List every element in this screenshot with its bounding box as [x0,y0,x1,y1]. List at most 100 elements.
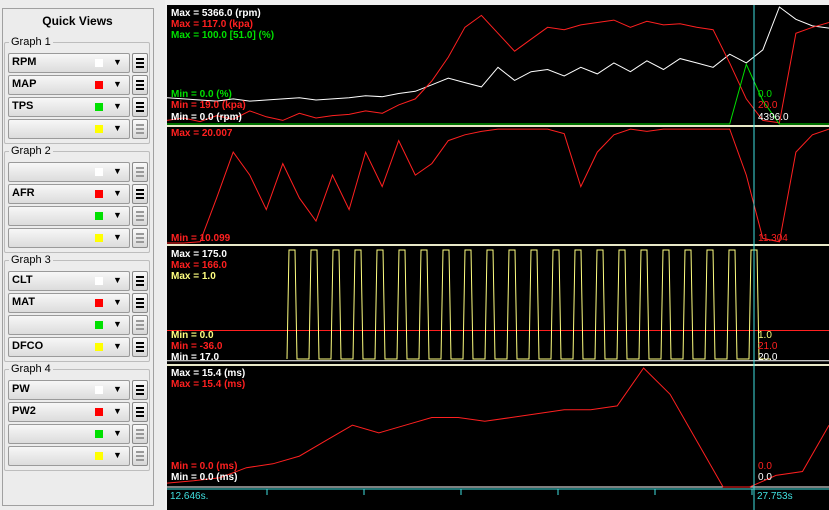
field-options-button[interactable] [132,119,148,139]
dropdown-arrow-icon[interactable]: ▼ [113,210,122,220]
graph-group-3: Graph 3 CLT ▼ MAT ▼ ▼ DFCO ▼ [4,254,150,362]
field-select[interactable]: DFCO ▼ [8,337,130,357]
dropdown-arrow-icon[interactable]: ▼ [113,428,122,438]
field-options-button[interactable] [132,315,148,335]
field-row: ▼ [8,446,148,466]
menu-lines-icon [136,306,144,308]
field-options-button[interactable] [132,184,148,204]
dropdown-arrow-icon[interactable]: ▼ [113,297,122,307]
field-select[interactable]: CLT ▼ [8,271,130,291]
field-options-button[interactable] [132,424,148,444]
field-options-button[interactable] [132,228,148,248]
field-select-value: TPS [12,100,34,112]
field-select[interactable]: ▼ [8,206,130,226]
g2-cur-afr: 11.304 [758,233,788,244]
field-options-button[interactable] [132,293,148,313]
field-options-button[interactable] [132,446,148,466]
field-select[interactable]: ▼ [8,119,130,139]
dropdown-arrow-icon[interactable]: ▼ [113,123,122,133]
graph-group-1: Graph 1 RPM ▼ MAP ▼ TPS ▼ ▼ [4,36,150,144]
field-select[interactable]: MAT ▼ [8,293,130,313]
g2-max-afr: Max = 20.007 [171,128,233,139]
dropdown-arrow-icon[interactable]: ▼ [113,79,122,89]
field-select[interactable]: PW2 ▼ [8,402,130,422]
color-swatch [95,321,103,329]
color-swatch [95,234,103,242]
menu-lines-icon [136,328,144,330]
menu-lines-icon [136,276,144,278]
graph-area[interactable]: Max = 5366.0 (rpm) Max = 117.0 (kpa) Max… [167,5,829,510]
g1-min-rpm: Min = 0.0 (rpm) [171,112,242,123]
field-select[interactable]: ▼ [8,446,130,466]
dropdown-arrow-icon[interactable]: ▼ [113,57,122,67]
dropdown-arrow-icon[interactable]: ▼ [113,341,122,351]
quick-views-sidebar: Quick Views Graph 1 RPM ▼ MAP ▼ TPS ▼ ▼ Graph 2 ▼… [0,0,165,510]
field-options-button[interactable] [132,206,148,226]
trace-pw2 [167,367,829,488]
g1-cur-map: 20.0 [758,100,778,111]
menu-lines-icon [136,389,144,391]
dropdown-arrow-icon[interactable]: ▼ [113,166,122,176]
dropdown-arrow-icon[interactable]: ▼ [113,232,122,242]
field-options-button[interactable] [132,97,148,117]
field-select[interactable]: TPS ▼ [8,97,130,117]
g3-max-mat: Max = 166.0 [171,260,227,271]
field-options-button[interactable] [132,271,148,291]
trace-tps [167,62,829,125]
color-swatch [95,386,103,394]
color-swatch [95,430,103,438]
time-cursor-label: 27.753s [757,491,793,502]
field-select[interactable]: ▼ [8,424,130,444]
field-select[interactable]: ▼ [8,228,130,248]
menu-lines-icon [136,241,144,243]
color-swatch [95,212,103,220]
color-swatch [95,277,103,285]
field-options-button[interactable] [132,53,148,73]
menu-lines-icon [136,324,144,326]
dropdown-arrow-icon[interactable]: ▼ [113,450,122,460]
menu-lines-icon [136,80,144,82]
menu-lines-icon [136,66,144,68]
time-start-label: 12.646s. [170,491,208,502]
menu-lines-icon [136,175,144,177]
field-select[interactable]: ▼ [8,315,130,335]
field-row: TPS ▼ [8,97,148,117]
field-options-button[interactable] [132,162,148,182]
field-select[interactable]: AFR ▼ [8,184,130,204]
field-select-value: PW2 [12,405,36,417]
field-select[interactable]: PW ▼ [8,380,130,400]
menu-lines-icon [136,189,144,191]
field-select-value: CLT [12,274,33,286]
g3-cur-mat: 21.0 [758,341,778,352]
color-swatch [95,103,103,111]
menu-lines-icon [136,58,144,60]
menu-lines-icon [136,102,144,104]
color-swatch [95,343,103,351]
color-swatch [95,452,103,460]
graph-group-2: Graph 2 ▼ AFR ▼ ▼ ▼ [4,145,150,253]
dropdown-arrow-icon[interactable]: ▼ [113,384,122,394]
field-options-button[interactable] [132,402,148,422]
field-select[interactable]: MAP ▼ [8,75,130,95]
menu-lines-icon [136,197,144,199]
field-row: ▼ [8,315,148,335]
trace-afr [167,128,829,244]
field-select-value: MAT [12,296,36,308]
dropdown-arrow-icon[interactable]: ▼ [113,275,122,285]
field-options-button[interactable] [132,75,148,95]
field-options-button[interactable] [132,337,148,357]
dropdown-arrow-icon[interactable]: ▼ [113,101,122,111]
graph-canvas[interactable]: Max = 5366.0 (rpm) Max = 117.0 (kpa) Max… [167,5,829,510]
trace-dfco [286,249,771,360]
dropdown-arrow-icon[interactable]: ▼ [113,406,122,416]
field-options-button[interactable] [132,380,148,400]
dropdown-arrow-icon[interactable]: ▼ [113,319,122,329]
menu-lines-icon [136,167,144,169]
field-select[interactable]: ▼ [8,162,130,182]
menu-lines-icon [136,233,144,235]
dropdown-arrow-icon[interactable]: ▼ [113,188,122,198]
color-swatch [95,408,103,416]
field-select[interactable]: RPM ▼ [8,53,130,73]
g4-max-pw: Max = 15.4 (ms) [171,368,245,379]
field-row: MAT ▼ [8,293,148,313]
